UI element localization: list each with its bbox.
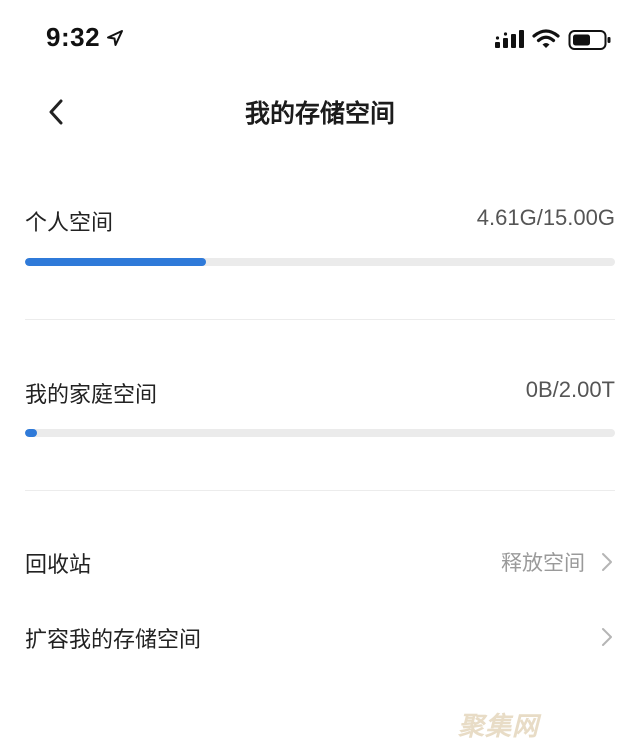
personal-space-progress-fill xyxy=(25,258,207,266)
free-space-link[interactable]: 释放空间 xyxy=(501,547,585,577)
family-space-progress-fill xyxy=(25,429,37,437)
location-arrow-icon xyxy=(107,30,123,46)
battery-icon xyxy=(568,30,611,50)
expand-storage-label: 扩容我的存储空间 xyxy=(25,628,202,653)
recycle-bin-label: 回收站 xyxy=(25,553,92,578)
expand-storage-row[interactable]: 扩容我的存储空间 xyxy=(25,612,615,662)
family-space-label: 我的家庭空间 xyxy=(25,383,158,408)
personal-space-label: 个人空间 xyxy=(25,211,114,236)
divider xyxy=(25,490,615,491)
status-time: 9:32 xyxy=(46,22,101,52)
wifi-icon xyxy=(532,29,560,48)
chevron-right-icon xyxy=(602,553,612,571)
status-bar: 9:32 xyxy=(0,0,640,80)
family-space-progress-track xyxy=(25,429,615,437)
personal-space-progress-track xyxy=(25,258,615,266)
chevron-right-icon xyxy=(602,628,612,646)
watermark-logo: 聚集网 xyxy=(458,712,540,742)
family-space-usage: 0B/2.00T xyxy=(525,377,615,402)
personal-space-section: 个人空间 4.61G/15.00G xyxy=(25,205,615,275)
family-space-section: 我的家庭空间 0B/2.00T xyxy=(25,377,615,447)
personal-space-usage: 4.61G/15.00G xyxy=(476,205,615,230)
cellular-signal-icon xyxy=(495,30,524,48)
divider xyxy=(25,319,615,320)
recycle-bin-row[interactable]: 回收站 释放空间 xyxy=(25,537,615,587)
page-title: 我的存储空间 xyxy=(244,99,395,128)
